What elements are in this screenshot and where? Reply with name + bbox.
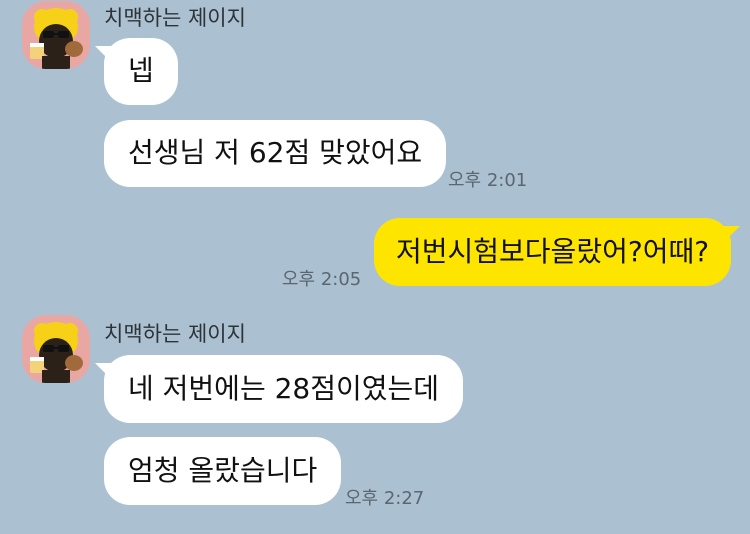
message-bubble[interactable]: 네 저번에는 28점이였는데: [95, 355, 464, 423]
message-text: 네 저번에는 28점이였는데: [128, 372, 440, 405]
message-bubble[interactable]: 엄청 올랐습니다: [104, 437, 342, 505]
message-bubble[interactable]: 넵: [95, 38, 178, 105]
profile-avatar-icon[interactable]: [22, 315, 90, 383]
message-bubble[interactable]: 선생님 저 62점 맞았어요: [104, 120, 447, 187]
bubble-tail: [95, 363, 111, 379]
message-text: 선생님 저 62점 맞았어요: [128, 136, 423, 169]
my-message-bubble[interactable]: 저번시험보다올랐어?어때?: [374, 218, 741, 286]
message-timestamp: 오후 2:27: [345, 488, 425, 509]
sender-name: 치맥하는 제이지: [104, 322, 246, 346]
sender-name: 치맥하는 제이지: [104, 6, 246, 30]
message-text: 넵: [128, 54, 154, 87]
message-text: 저번시험보다올랐어?어때?: [396, 235, 710, 268]
message-timestamp: 오후 2:05: [282, 269, 362, 290]
message-text: 엄청 올랐습니다: [128, 454, 318, 487]
profile-avatar-icon[interactable]: [22, 1, 90, 69]
message-timestamp: 오후 2:01: [448, 170, 528, 191]
bubble-tail: [724, 226, 741, 242]
bubble-tail: [95, 46, 111, 62]
